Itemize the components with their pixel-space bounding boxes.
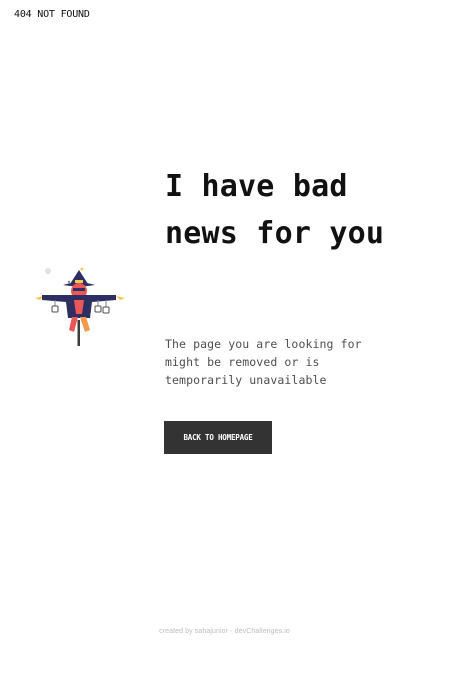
scarecrow-illustration [30,262,130,348]
page-description: The page you are looking for might be re… [165,337,362,387]
scarecrow-icon [35,267,125,346]
back-to-homepage-button[interactable]: BACK TO HOMEPAGE [164,421,272,454]
footer-credit: created by sahajunior - devChallenges.io [159,628,290,635]
page-headline: I have bad news for you [165,169,385,251]
page-code-label: 404 NOT FOUND [14,9,90,20]
